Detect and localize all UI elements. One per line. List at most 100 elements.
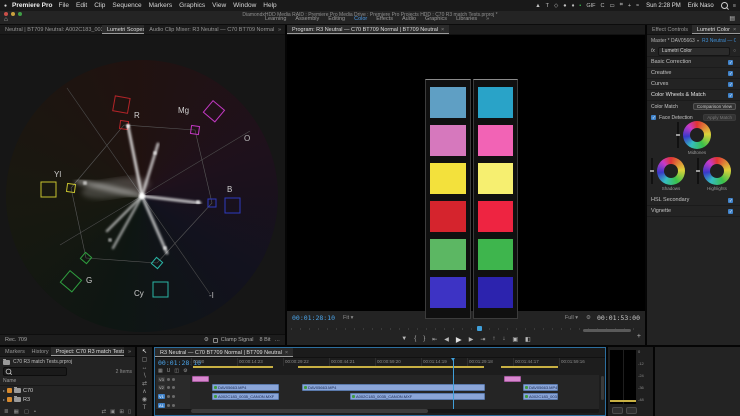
chevron-down-icon[interactable]: ▾ — [697, 38, 699, 43]
midtones-luma-slider[interactable] — [677, 122, 679, 148]
apple-menu-icon[interactable]: ● — [4, 3, 7, 9]
section-enable-checkbox[interactable] — [728, 82, 733, 87]
face-detection-checkbox[interactable] — [651, 115, 656, 120]
track-badge[interactable]: V1 — [158, 394, 165, 399]
search-input[interactable] — [3, 367, 67, 376]
track-select-tool[interactable]: ▢ — [142, 357, 148, 364]
toggle-track-output-icon[interactable] — [172, 386, 175, 389]
lock-icon[interactable] — [167, 378, 170, 381]
menubar-status-icon[interactable]: ▪ — [579, 3, 581, 9]
section-hsl-secondary[interactable]: HSL Secondary — [647, 195, 740, 206]
step-forward-button[interactable]: ▶ — [469, 336, 474, 343]
program-scrubber[interactable] — [291, 326, 641, 332]
lock-icon[interactable] — [167, 386, 170, 389]
program-settings-icon[interactable]: ⚙ — [586, 315, 591, 321]
button-editor-icon[interactable]: + — [637, 333, 641, 340]
menu-help[interactable]: Help — [263, 2, 276, 9]
program-zoom-scrollbar[interactable] — [583, 329, 631, 332]
timeline-clip-video[interactable]: DAV05663.MP4 — [523, 384, 558, 391]
menubar-clock[interactable]: Sun 2:28 PM — [646, 3, 681, 9]
slip-tool[interactable]: ⇄ — [142, 381, 147, 388]
tab-markers[interactable]: Markers — [0, 347, 27, 356]
section-enable-checkbox[interactable] — [728, 60, 733, 65]
name-column-header[interactable]: Name — [0, 377, 135, 386]
menubar-status-icon[interactable]: ♦ — [572, 3, 575, 9]
bin-row-c70[interactable]: ▸ C70 — [0, 386, 135, 395]
comparison-view-button[interactable]: ◧ — [525, 336, 531, 343]
extract-button[interactable]: ↓ — [502, 336, 505, 342]
workspace-assembly[interactable]: Assembly — [295, 16, 319, 22]
mark-out-button[interactable]: } — [423, 336, 425, 342]
section-color-wheels-match[interactable]: Color Wheels & Match — [647, 90, 740, 101]
track-badge[interactable]: V3 — [158, 377, 165, 382]
solo-icon[interactable] — [172, 404, 175, 407]
section-enable-checkbox[interactable] — [728, 71, 733, 76]
lock-icon[interactable] — [167, 395, 170, 398]
highlights-luma-slider[interactable] — [697, 158, 699, 184]
new-item-icon[interactable]: ▯ — [128, 409, 131, 415]
shadows-luma-slider[interactable] — [651, 158, 653, 184]
scopes-more-icon[interactable]: … — [275, 337, 281, 343]
tab-effect-controls[interactable]: Effect Controls — [647, 25, 692, 34]
close-icon[interactable]: × — [733, 27, 736, 33]
effect-name-select[interactable]: Lumetri Color — [658, 47, 730, 56]
menu-edit[interactable]: Edit — [76, 2, 87, 9]
mute-icon[interactable] — [167, 404, 170, 407]
close-icon[interactable]: × — [285, 350, 288, 356]
spotlight-icon[interactable] — [721, 2, 728, 9]
list-view-icon[interactable]: ≣ — [4, 409, 9, 415]
razor-tool[interactable]: ∖ — [143, 373, 147, 380]
playback-resolution-select[interactable]: Full ▾ — [565, 315, 578, 321]
zoom-slider[interactable]: • — [34, 409, 36, 415]
new-bin-icon[interactable]: ⊞ — [119, 409, 124, 415]
menubar-status-icon[interactable]: ● — [563, 3, 566, 9]
track-header-a1[interactable]: A1 — [156, 401, 190, 409]
tab-lumetri-color[interactable]: Lumetri Color× — [692, 25, 740, 34]
tab-overflow-icon[interactable]: » — [124, 349, 135, 355]
timeline-clip-video[interactable]: A002C183_0035_CANON.MXF — [212, 393, 279, 400]
timeline-playhead[interactable] — [453, 358, 454, 410]
section-vignette[interactable]: Vignette — [647, 206, 740, 217]
apply-match-button[interactable]: Apply Match — [703, 114, 736, 121]
timeline-clip-video[interactable]: DAV05663.MP4 — [302, 384, 485, 391]
tab-sequence[interactable]: R3 Neutral — C70 BT709 Normal | BT709 Ne… — [155, 348, 293, 357]
menubar-status-icon[interactable]: T — [546, 3, 549, 9]
tab-program-monitor[interactable]: Program: R3 Neutral — C70 BT709 Normal |… — [287, 25, 449, 34]
timeline-vertical-scrollbar[interactable] — [601, 376, 604, 400]
tab-lumetri-scopes[interactable]: Lumetri Scopes× — [102, 25, 144, 34]
mark-in-button[interactable]: { — [414, 336, 416, 342]
menubar-status-icon[interactable]: ▭ — [610, 3, 615, 9]
timeline-clip-video[interactable]: A002C183_0035_CANON.MXF — [350, 393, 485, 400]
bin-name[interactable]: R3 — [23, 397, 30, 403]
timeline-clip-graphic[interactable] — [504, 376, 521, 382]
play-button[interactable]: ▶ — [456, 335, 462, 344]
midtones-wheel[interactable] — [683, 121, 711, 149]
icon-view-icon[interactable]: ▦ — [14, 409, 19, 415]
workspace-effects[interactable]: Effects — [376, 16, 393, 22]
timeline-clip-video[interactable]: DAV05663.MP4 — [212, 384, 279, 391]
step-back-button[interactable]: ◀ — [444, 336, 449, 343]
insert-icon[interactable]: ▦ — [158, 368, 163, 374]
menubar-status-icon[interactable]: ◇ — [554, 3, 558, 9]
go-to-in-button[interactable]: ⇤ — [432, 336, 437, 343]
track-badge[interactable]: V2 — [158, 385, 165, 390]
go-to-out-button[interactable]: ⇥ — [480, 336, 485, 343]
hand-tool[interactable]: ◉ — [142, 397, 147, 404]
close-icon[interactable]: × — [441, 27, 444, 33]
wifi-icon[interactable]: ≈ — [636, 3, 639, 9]
add-marker-button[interactable]: ▼ — [401, 336, 407, 342]
menu-window[interactable]: Window — [233, 2, 256, 9]
toggle-track-output-icon[interactable] — [172, 378, 175, 381]
timeline-clip-video[interactable]: A002C183_0035_CANON.MXF — [523, 393, 558, 400]
gif-brewery-icon[interactable]: GIF — [586, 3, 595, 9]
section-curves[interactable]: Curves — [647, 79, 740, 90]
automate-to-sequence-icon[interactable]: ⇄ — [102, 409, 107, 415]
tab-project[interactable]: Project: C70 R3 match Tests× — [51, 347, 124, 356]
sequence-clip-link[interactable]: R3 Neutral — C70 BT7... — [702, 38, 736, 44]
share-icon[interactable]: ▤ — [729, 15, 735, 22]
menu-clip[interactable]: Clip — [94, 2, 105, 9]
clamp-signal-checkbox[interactable] — [213, 338, 218, 343]
menubar-status-icon[interactable]: ⌗ — [620, 2, 623, 9]
tab-audio-clip-mixer[interactable]: Audio Clip Mixer: R3 Neutral — C70 BT709… — [144, 25, 274, 34]
workspace-overflow[interactable]: » — [486, 16, 489, 22]
